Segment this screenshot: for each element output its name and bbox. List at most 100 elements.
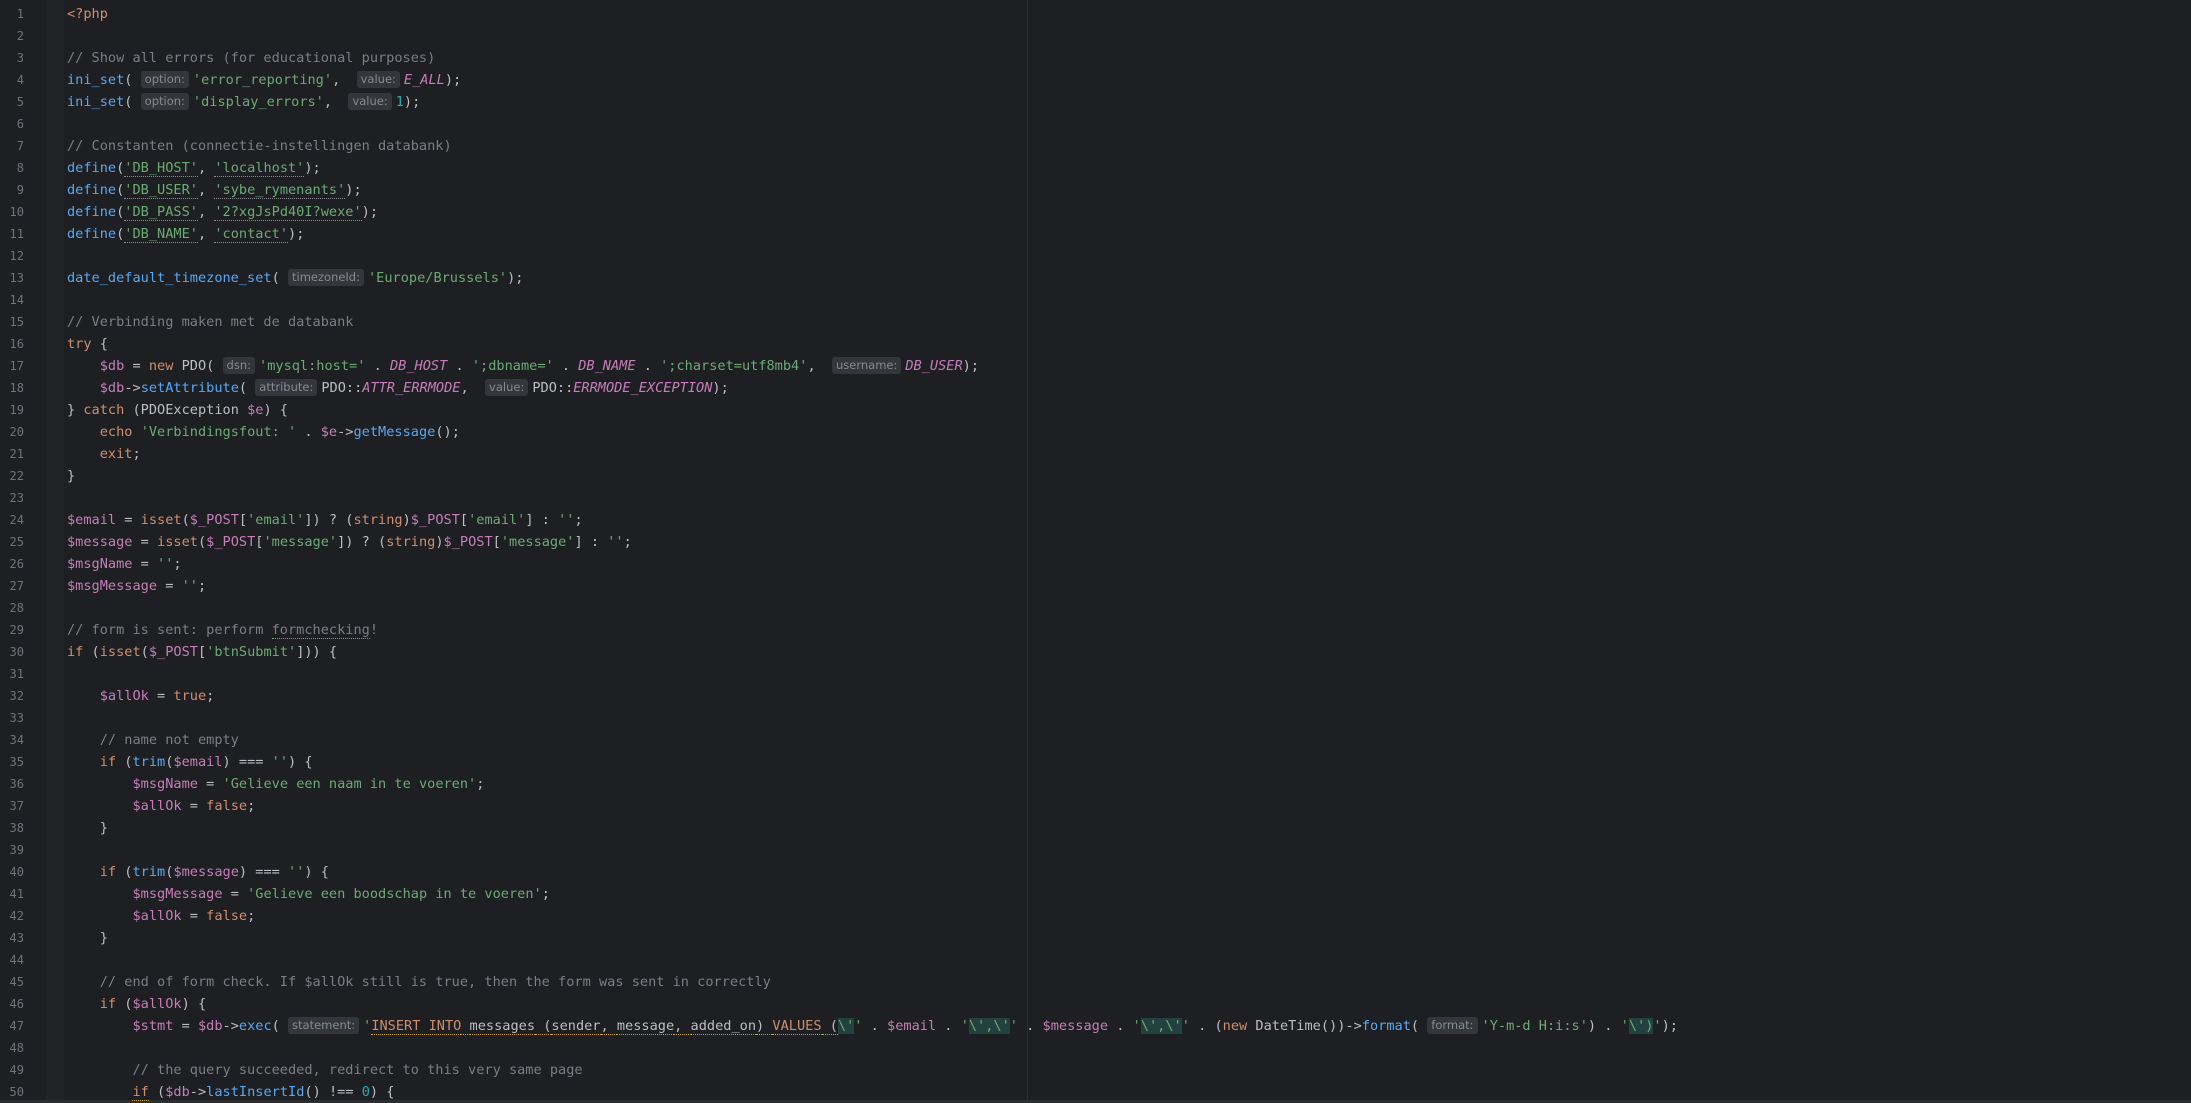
- code-line[interactable]: $stmt = $db->exec( statement: 'INSERT INT…: [67, 1015, 1678, 1037]
- code-line[interactable]: define('DB_HOST', 'localhost');: [67, 157, 321, 179]
- code-line[interactable]: $allOk = false;: [67, 795, 255, 817]
- line-number[interactable]: 25: [0, 531, 24, 553]
- code-token: (: [140, 644, 149, 660]
- line-number[interactable]: 19: [0, 399, 24, 421]
- code-line[interactable]: $msgName = '';: [67, 553, 182, 575]
- line-number[interactable]: 16: [0, 333, 24, 355]
- line-number[interactable]: 23: [0, 487, 24, 509]
- code-line[interactable]: $email = isset($_POST['email']) ? (strin…: [67, 509, 583, 531]
- code-line[interactable]: ini_set( option:'error_reporting', value…: [67, 69, 461, 91]
- line-number[interactable]: 29: [0, 619, 24, 641]
- code-line[interactable]: if (trim($email) === '') {: [67, 751, 313, 773]
- code-line[interactable]: $msgMessage = 'Gelieve een boodschap in …: [67, 883, 549, 905]
- fold-gutter[interactable]: [46, 0, 64, 1100]
- line-number[interactable]: 11: [0, 223, 24, 245]
- line-number[interactable]: 5: [0, 91, 24, 113]
- code-line[interactable]: $msgName = 'Gelieve een naam in te voere…: [67, 773, 484, 795]
- code-line[interactable]: $allOk = true;: [67, 685, 215, 707]
- line-number[interactable]: 6: [0, 113, 24, 135]
- code-line[interactable]: echo 'Verbindingsfout: ' . $e->getMessag…: [67, 421, 460, 443]
- line-number[interactable]: 28: [0, 597, 24, 619]
- code-line[interactable]: // Constanten (connectie-instellingen da…: [67, 135, 452, 157]
- code-token: [: [459, 512, 469, 528]
- code-line[interactable]: date_default_timezone_set( timezoneId: 'E…: [67, 267, 523, 289]
- line-number[interactable]: 37: [0, 795, 24, 817]
- line-number[interactable]: 34: [0, 729, 24, 751]
- line-number[interactable]: 44: [0, 949, 24, 971]
- code-line[interactable]: }: [67, 817, 108, 839]
- line-number[interactable]: 10: [0, 201, 24, 223]
- code-token: ,: [674, 1018, 691, 1035]
- line-number[interactable]: 47: [0, 1015, 24, 1037]
- line-number[interactable]: 45: [0, 971, 24, 993]
- line-number[interactable]: 36: [0, 773, 24, 795]
- line-number[interactable]: 30: [0, 641, 24, 663]
- code-line[interactable]: $message = isset($_POST['message']) ? (s…: [67, 531, 632, 553]
- code-line[interactable]: // Verbinding maken met de databank: [67, 311, 353, 333]
- line-number[interactable]: 9: [0, 179, 24, 201]
- line-number[interactable]: 1: [0, 3, 24, 25]
- code-line[interactable]: // name not empty: [67, 729, 239, 751]
- line-number[interactable]: 13: [0, 267, 24, 289]
- line-number[interactable]: 35: [0, 751, 24, 773]
- code-line[interactable]: $allOk = false;: [67, 905, 255, 927]
- line-number[interactable]: 49: [0, 1059, 24, 1081]
- code-token: 'email': [468, 512, 526, 528]
- code-line[interactable]: // the query succeeded, redirect to this…: [67, 1059, 582, 1081]
- line-number[interactable]: 24: [0, 509, 24, 531]
- line-number[interactable]: 33: [0, 707, 24, 729]
- code-line[interactable]: // form is sent: perform formchecking!: [67, 619, 378, 641]
- code-line[interactable]: } catch (PDOException $e) {: [67, 399, 288, 421]
- line-number[interactable]: 2: [0, 25, 24, 47]
- code-line[interactable]: ini_set( option:'display_errors', value:…: [67, 91, 420, 113]
- code-line[interactable]: }: [67, 927, 108, 949]
- code-editor[interactable]: 1 <?php 2 3 // Show all errors (for educatio…: [0, 0, 2191, 1101]
- code-line[interactable]: // Show all errors (for educational purp…: [67, 47, 435, 69]
- line-number[interactable]: 46: [0, 993, 24, 1015]
- code-token: ,: [197, 160, 215, 176]
- code-token: DB_USER: [905, 358, 963, 374]
- code-line[interactable]: if (trim($message) === '') {: [67, 861, 329, 883]
- line-number[interactable]: 42: [0, 905, 24, 927]
- code-line[interactable]: if (isset($_POST['btnSubmit'])) {: [67, 641, 337, 663]
- code-line[interactable]: }: [67, 465, 75, 487]
- line-number[interactable]: 40: [0, 861, 24, 883]
- code-line[interactable]: define('DB_USER', 'sybe_rymenants');: [67, 179, 362, 201]
- line-number[interactable]: 27: [0, 575, 24, 597]
- code-line[interactable]: define('DB_PASS', '2?xgJsPd40I?wexe');: [67, 201, 378, 223]
- line-number[interactable]: 17: [0, 355, 24, 377]
- line-number[interactable]: 26: [0, 553, 24, 575]
- code-token: );: [1661, 1018, 1678, 1034]
- line-number[interactable]: 22: [0, 465, 24, 487]
- line-number[interactable]: 15: [0, 311, 24, 333]
- line-number[interactable]: 4: [0, 69, 24, 91]
- code-line[interactable]: $db = new PDO( dsn:'mysql:host=' . DB_HO…: [67, 355, 979, 377]
- line-number[interactable]: 18: [0, 377, 24, 399]
- line-number[interactable]: 39: [0, 839, 24, 861]
- line-number[interactable]: 41: [0, 883, 24, 905]
- code-line[interactable]: define('DB_NAME', 'contact');: [67, 223, 304, 245]
- code-line[interactable]: $msgMessage = '';: [67, 575, 206, 597]
- line-number[interactable]: 48: [0, 1037, 24, 1059]
- line-number[interactable]: 21: [0, 443, 24, 465]
- line-number[interactable]: 3: [0, 47, 24, 69]
- line-number[interactable]: 7: [0, 135, 24, 157]
- line-number[interactable]: 38: [0, 817, 24, 839]
- line-number[interactable]: 32: [0, 685, 24, 707]
- line-number[interactable]: 8: [0, 157, 24, 179]
- code-token: $message: [1042, 1018, 1109, 1034]
- code-line[interactable]: exit;: [67, 443, 141, 465]
- code-line[interactable]: try {: [67, 333, 108, 355]
- line-number[interactable]: 43: [0, 927, 24, 949]
- code-line[interactable]: if ($allOk) {: [67, 993, 206, 1015]
- code-line[interactable]: <?php: [67, 3, 108, 25]
- code-line[interactable]: // end of form check. If $allOk still is…: [67, 971, 771, 993]
- line-number[interactable]: 31: [0, 663, 24, 685]
- line-number[interactable]: 14: [0, 289, 24, 311]
- code-token: 'btnSubmit': [206, 644, 297, 660]
- line-number[interactable]: 20: [0, 421, 24, 443]
- code-line[interactable]: $db->setAttribute( attribute: PDO::ATTR_E…: [67, 377, 729, 399]
- line-number[interactable]: 12: [0, 245, 24, 267]
